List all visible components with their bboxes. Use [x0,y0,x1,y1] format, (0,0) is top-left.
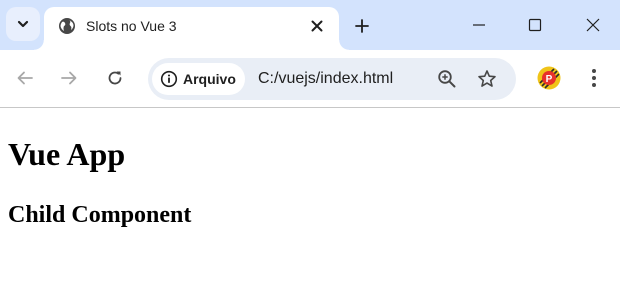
close-window-button[interactable] [578,10,608,40]
forward-button[interactable] [55,64,83,92]
back-button[interactable] [11,64,39,92]
arrow-left-icon [17,71,33,85]
close-icon [586,18,600,32]
browser-tab[interactable]: Slots no Vue 3 [34,7,349,50]
site-info-chip[interactable]: Arquivo [152,63,245,95]
globe-icon [59,18,75,34]
star-icon [478,70,496,87]
zoom-button[interactable] [435,67,459,91]
page-heading: Vue App [8,136,126,172]
reload-button[interactable] [101,64,129,92]
tab-title: Slots no Vue 3 [86,18,177,34]
reload-icon [108,71,122,85]
url-text[interactable]: C:/vuejs/index.html [258,69,393,89]
child-component-heading: Child Component [8,202,192,228]
plus-icon [355,19,369,33]
minimize-button[interactable] [464,10,494,40]
close-icon [311,20,323,32]
new-tab-button[interactable] [350,14,374,38]
maximize-icon [528,18,542,32]
tab-search-button[interactable] [6,7,40,41]
bookmark-button[interactable] [475,67,499,91]
arrow-right-icon [61,71,77,85]
browser-menu-button[interactable] [582,64,606,92]
maximize-button[interactable] [520,10,550,40]
zoom-in-icon [438,70,456,88]
more-vertical-icon [592,69,596,87]
info-icon [160,70,178,88]
profile-avatar-icon[interactable]: P [537,66,561,90]
minimize-icon [473,24,485,26]
tab-close-button[interactable] [306,15,328,37]
tab-strip: Slots no Vue 3 [0,0,620,50]
chevron-down-icon [17,20,29,28]
profile-initial: P [546,74,553,85]
browser-toolbar: Arquivo C:/vuejs/index.html P [0,50,620,108]
address-bar[interactable]: Arquivo C:/vuejs/index.html [148,58,516,100]
page-content: Vue App Child Component [0,108,620,298]
site-chip-label: Arquivo [183,71,236,87]
